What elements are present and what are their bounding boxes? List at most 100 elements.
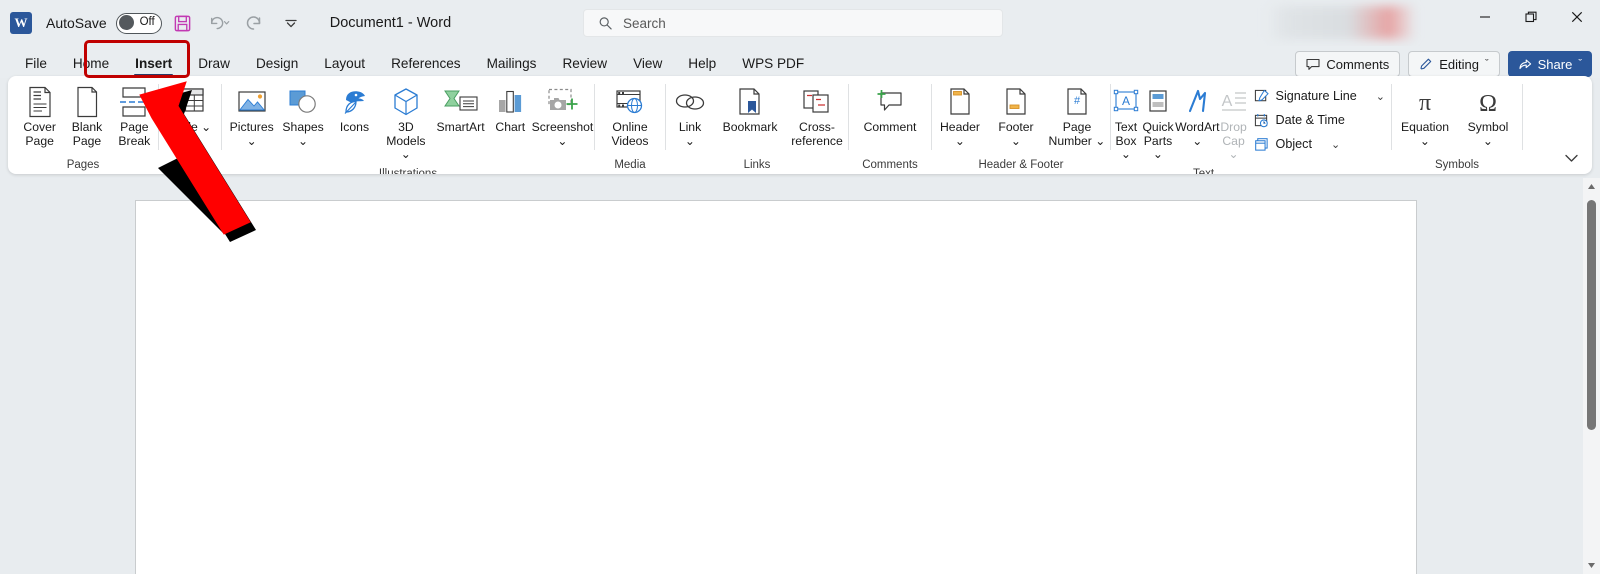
autosave-state-label: Off <box>139 15 155 28</box>
signature-line-icon <box>1254 89 1269 101</box>
symbol-button[interactable]: Ω Symbol ⌄ <box>1458 82 1518 151</box>
signature-line-button[interactable]: Signature Line ⌄ <box>1248 84 1391 108</box>
shapes-button[interactable]: Shapes ⌄ <box>277 82 328 151</box>
tab-references[interactable]: References <box>378 48 474 78</box>
comment-button[interactable]: Comment <box>849 82 931 138</box>
blank-page-button[interactable]: Blank Page <box>63 82 110 151</box>
autosave-toggle-knob <box>118 15 134 31</box>
ribbon-insert-tab: Cover Page Blank Page Page Break Pages T… <box>8 76 1592 174</box>
equation-button[interactable]: π Equation ⌄ <box>1392 82 1458 151</box>
customize-quick-access-toolbar-button[interactable] <box>276 8 306 38</box>
tab-help[interactable]: Help <box>675 48 729 78</box>
ribbon-group-symbols: π Equation ⌄ Ω Symbol ⌄ Symbols <box>1392 76 1522 174</box>
undo-icon <box>210 16 230 30</box>
cross-reference-button[interactable]: Cross- reference <box>786 82 848 151</box>
chevron-down-icon: ⌄ <box>400 147 411 162</box>
drop-cap-icon: A <box>1220 85 1248 119</box>
online-videos-button[interactable]: Online Videos <box>595 82 665 151</box>
minimize-icon <box>1480 16 1490 18</box>
pictures-button[interactable]: Pictures ⌄ <box>226 82 277 151</box>
quick-parts-button[interactable]: Quick Parts ⌄ <box>1141 82 1175 165</box>
document-canvas <box>0 178 1600 574</box>
search-box[interactable]: Search <box>583 9 1003 37</box>
tab-file[interactable]: File <box>12 48 60 78</box>
wordart-button[interactable]: WordArt ⌄ <box>1175 82 1220 151</box>
header-button[interactable]: Header ⌄ <box>932 82 988 151</box>
bookmark-button[interactable]: Bookmark <box>714 82 786 138</box>
symbol-label: Symbol ⌄ <box>1467 120 1509 148</box>
collapse-ribbon-button[interactable] <box>1560 148 1582 168</box>
tab-insert[interactable]: Insert <box>122 48 185 78</box>
ribbon-group-comments: Comment Comments <box>849 76 931 174</box>
text-box-button[interactable]: A Text Box ⌄ <box>1111 82 1141 165</box>
editing-mode-label: Editing <box>1439 56 1479 72</box>
svg-text:#: # <box>1074 95 1081 107</box>
save-icon <box>174 15 191 31</box>
tab-home[interactable]: Home <box>60 48 122 78</box>
icons-button[interactable]: Icons <box>329 82 380 138</box>
cover-page-button[interactable]: Cover Page <box>16 82 63 151</box>
comments-button-label: Comments <box>1326 56 1390 72</box>
wordart-icon <box>1183 85 1211 119</box>
chart-button[interactable]: Chart <box>490 82 531 138</box>
page-break-icon <box>117 85 151 119</box>
restore-icon <box>1525 11 1537 23</box>
ribbon-group-label-comments: Comments <box>862 159 918 171</box>
object-button[interactable]: Object ⌄ <box>1248 132 1391 156</box>
footer-button[interactable]: Footer ⌄ <box>988 82 1044 151</box>
ribbon-group-label-pages: Pages <box>66 159 100 171</box>
restore-button[interactable] <box>1508 0 1554 34</box>
tab-wps-pdf[interactable]: WPS PDF <box>729 48 817 78</box>
equation-icon: π <box>1410 85 1440 119</box>
3d-models-label: 3D Models ⌄ <box>386 120 426 162</box>
tab-draw[interactable]: Draw <box>185 48 243 78</box>
screenshot-label: Screenshot ⌄ <box>531 120 594 148</box>
tab-view[interactable]: View <box>620 48 675 78</box>
chevron-down-icon: ⌄ <box>1419 133 1431 148</box>
document-page[interactable] <box>135 200 1417 574</box>
ribbon-group-label-tables <box>159 156 221 174</box>
scroll-up-button[interactable] <box>1583 178 1600 195</box>
word-logo-icon: W <box>10 12 32 34</box>
vertical-scrollbar[interactable] <box>1583 178 1600 574</box>
blank-page-label: Blank Page <box>71 120 103 148</box>
redo-icon <box>247 16 261 30</box>
chevron-down-icon: ⌄ <box>1095 133 1106 148</box>
chevron-down-icon: ⌄ <box>297 133 309 148</box>
screenshot-button[interactable]: Screenshot ⌄ <box>531 82 594 151</box>
share-button[interactable]: Share ˇ <box>1507 51 1592 77</box>
ribbon-group-label-text: Text <box>1192 167 1215 174</box>
scroll-down-button[interactable] <box>1583 557 1600 574</box>
pictures-icon <box>236 85 268 119</box>
tab-mailings[interactable]: Mailings <box>474 48 550 78</box>
3d-models-button[interactable]: 3D Models ⌄ <box>380 82 431 165</box>
link-button[interactable]: Link ⌄ <box>666 82 714 151</box>
chart-label: Chart <box>495 120 526 134</box>
date-and-time-button[interactable]: Date & Time <box>1248 108 1391 132</box>
drop-cap-button[interactable]: A Drop Cap ⌄ <box>1220 82 1248 165</box>
account-name-blurred[interactable] <box>1266 6 1416 39</box>
tab-review[interactable]: Review <box>549 48 620 78</box>
new-comment-icon <box>875 85 905 119</box>
table-button[interactable]: Table ⌄ <box>159 82 221 138</box>
scrollbar-thumb[interactable] <box>1587 200 1596 430</box>
chevron-down-icon: ⌄ <box>1375 90 1385 103</box>
editing-mode-button[interactable]: Editing ˇ <box>1408 51 1500 77</box>
smartart-button[interactable]: SmartArt <box>432 82 490 138</box>
autosave-toggle[interactable]: Off <box>115 12 162 34</box>
document-title: Document1 - Word <box>329 15 452 31</box>
footer-icon <box>1003 85 1029 119</box>
comments-button[interactable]: Comments <box>1295 51 1401 77</box>
search-input-placeholder[interactable]: Search <box>623 16 666 31</box>
page-number-button[interactable]: # Page Number ⌄ <box>1044 82 1110 151</box>
close-button[interactable] <box>1554 0 1600 34</box>
undo-button[interactable] <box>204 8 234 38</box>
window-controls <box>1462 0 1600 34</box>
page-break-button[interactable]: Page Break <box>111 82 158 151</box>
tab-design[interactable]: Design <box>243 48 311 78</box>
redo-button[interactable] <box>240 8 270 38</box>
save-button[interactable] <box>168 8 198 38</box>
tab-layout[interactable]: Layout <box>311 48 378 78</box>
minimize-button[interactable] <box>1462 0 1508 34</box>
signature-line-label: Signature Line <box>1275 89 1357 103</box>
